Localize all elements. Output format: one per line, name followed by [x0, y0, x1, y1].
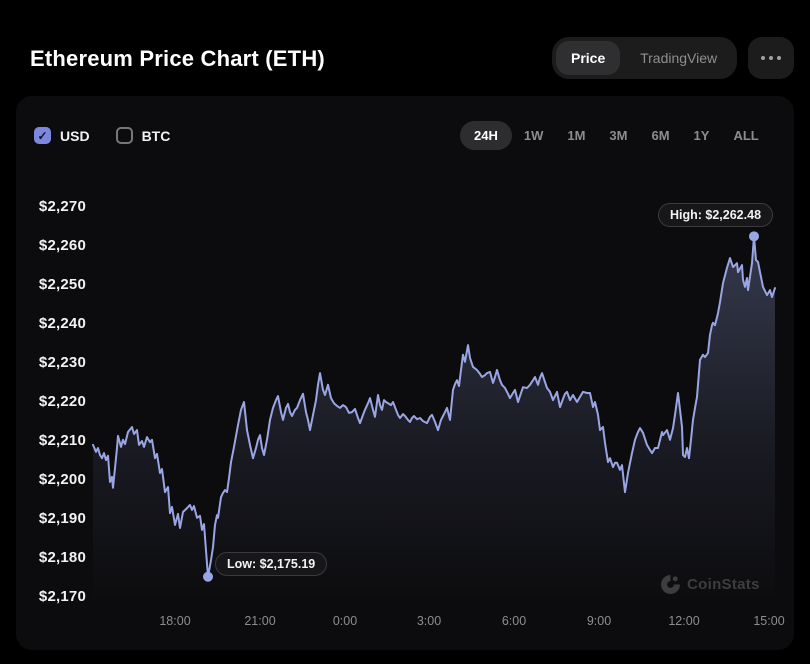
price-line-chart[interactable]: [0, 0, 810, 664]
coinstats-price-widget: Ethereum Price Chart (ETH) Price Trading…: [0, 0, 810, 664]
high-price-tooltip: High: $2,262.48: [658, 203, 773, 227]
low-price-tooltip: Low: $2,175.19: [215, 552, 327, 576]
coinstats-watermark: CoinStats: [661, 575, 760, 594]
watermark-label: CoinStats: [687, 576, 760, 593]
high-point-marker: [749, 231, 759, 241]
low-point-marker: [203, 572, 213, 582]
coinstats-logo-icon: [661, 575, 680, 594]
